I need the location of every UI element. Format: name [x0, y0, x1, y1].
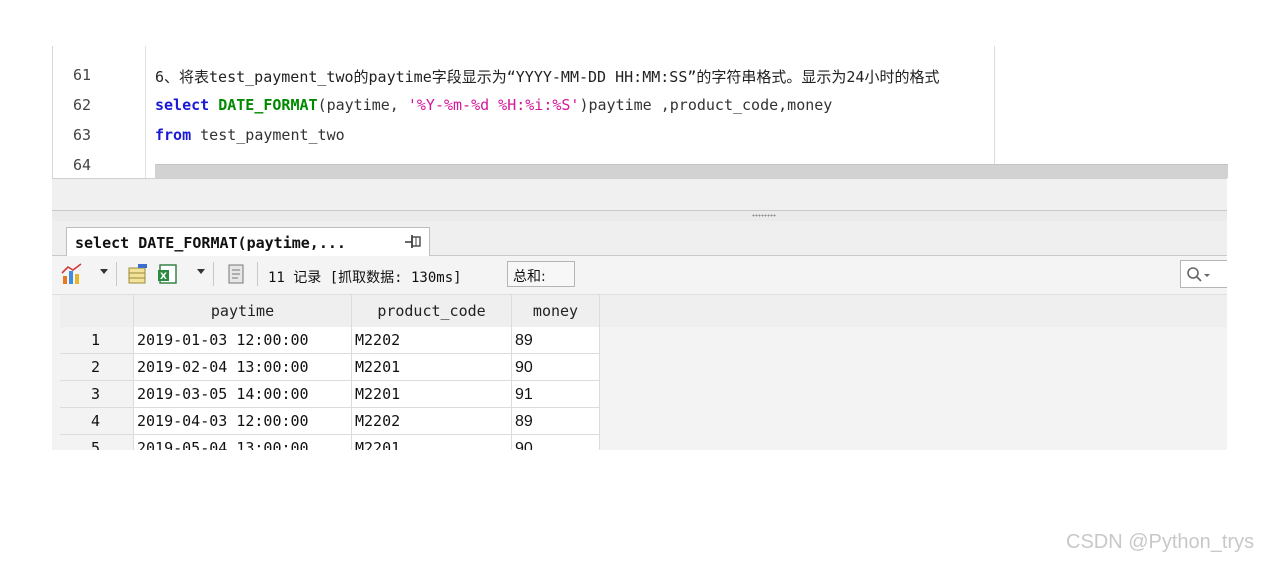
row-number-cell: 3 [60, 381, 134, 408]
sum-box: 总和: [507, 261, 575, 287]
product-code-cell[interactable]: M2201 [352, 354, 512, 381]
table-row[interactable]: 1 2019-01-03 12:00:00 M2202 89 [60, 327, 600, 354]
chart-dropdown-arrow-icon[interactable] [100, 269, 108, 274]
line-number: 63 [73, 126, 92, 144]
product-code-cell[interactable]: M2201 [352, 381, 512, 408]
result-grid: paytime product_code money 1 2019-01-03 1… [60, 295, 1227, 450]
watermark: CSDN @Python_trys [1066, 531, 1255, 553]
money-cell[interactable]: 90 [512, 354, 600, 381]
paytime-cell[interactable]: 2019-04-03 12:00:00 [134, 408, 352, 435]
edit-grid-icon[interactable] [126, 262, 150, 286]
result-tab-strip: select DATE_FORMAT(paytime,... [52, 221, 1227, 256]
row-number-cell: 2 [60, 354, 134, 381]
svg-text:X: X [160, 272, 167, 282]
paytime-cell[interactable]: 2019-01-03 12:00:00 [134, 327, 352, 354]
product-code-cell[interactable]: M2202 [352, 408, 512, 435]
column-header-paytime[interactable]: paytime [134, 295, 352, 327]
line-number: 61 [73, 66, 92, 84]
code-line[interactable]: from test_payment_two [155, 126, 345, 144]
search-box[interactable] [1180, 260, 1227, 288]
record-status: 11 记录 [抓取数据: 130ms] [268, 270, 462, 286]
line-number-gutter: 61 62 63 64 [53, 46, 146, 178]
paytime-cell[interactable]: 2019-05-04 13:00:00 [134, 435, 352, 450]
row-number-cell: 5 [60, 435, 134, 450]
table-row[interactable]: 2 2019-02-04 13:00:00 M2201 90 [60, 354, 600, 381]
sql-text: )paytime ,product_code,money [579, 96, 833, 114]
money-cell[interactable]: 90 [512, 435, 600, 450]
toolbar-separator [116, 262, 117, 286]
table-row[interactable]: 4 2019-04-03 12:00:00 M2202 89 [60, 408, 600, 435]
sql-keyword: select [155, 96, 210, 114]
editor-bottom-gap [52, 178, 1227, 211]
sum-label: 总和: [513, 269, 546, 285]
column-header-product-code[interactable]: product_code [352, 295, 512, 327]
sql-comment-text: 6、将表test_payment_two的paytime字段显示为“YYYY-M… [155, 68, 940, 86]
result-tab-label: select DATE_FORMAT(paytime,... [75, 234, 346, 252]
product-code-cell[interactable]: M2201 [352, 435, 512, 450]
code-line[interactable]: select DATE_FORMAT(paytime, '%Y-%m-%d %H… [155, 96, 832, 114]
column-header-money[interactable]: money [512, 295, 600, 327]
result-toolbar: X 11 记录 [抓取数据: 130ms] 总和: [52, 256, 1227, 295]
table-row[interactable]: 3 2019-03-05 14:00:00 M2201 91 [60, 381, 600, 408]
money-cell[interactable]: 91 [512, 381, 600, 408]
sql-text: test_payment_two [191, 126, 345, 144]
paytime-cell[interactable]: 2019-02-04 13:00:00 [134, 354, 352, 381]
export-dropdown-arrow-icon[interactable] [197, 269, 205, 274]
grid-header: paytime product_code money [60, 295, 1227, 327]
sql-string: '%Y-%m-%d %H:%i:%S' [407, 96, 580, 114]
sql-keyword: from [155, 126, 192, 144]
row-number-header [60, 295, 134, 327]
product-code-cell[interactable]: M2202 [352, 327, 512, 354]
money-cell[interactable]: 89 [512, 327, 600, 354]
chart-icon[interactable] [60, 262, 84, 286]
export-excel-icon[interactable]: X [156, 262, 180, 286]
horizontal-scrollbar[interactable] [155, 164, 1228, 178]
money-cell[interactable]: 89 [512, 408, 600, 435]
sql-editor[interactable]: 61 62 63 64 6、将表test_payment_two的paytime字段显… [52, 46, 1228, 178]
splitter-grip-icon[interactable] [752, 214, 776, 217]
toolbar-separator [257, 262, 258, 286]
notes-icon[interactable] [224, 262, 248, 286]
search-icon[interactable] [1186, 266, 1212, 284]
editor-margin-line [994, 46, 995, 178]
sql-function: DATE_FORMAT [218, 96, 318, 114]
line-number: 62 [73, 96, 92, 114]
row-number-cell: 1 [60, 327, 134, 354]
result-panel: select DATE_FORMAT(paytime,... X 11 记录 [… [52, 221, 1227, 450]
code-line[interactable]: 6、将表test_payment_two的paytime字段显示为“YYYY-M… [155, 66, 939, 87]
table-row[interactable]: 5 2019-05-04 13:00:00 M2201 90 [60, 435, 600, 450]
row-number-cell: 4 [60, 408, 134, 435]
line-number: 64 [73, 156, 92, 174]
result-tab[interactable]: select DATE_FORMAT(paytime,... [66, 227, 430, 256]
pin-icon[interactable] [403, 234, 423, 250]
paytime-cell[interactable]: 2019-03-05 14:00:00 [134, 381, 352, 408]
toolbar-separator [213, 262, 214, 286]
sql-text: (paytime, [317, 96, 408, 114]
